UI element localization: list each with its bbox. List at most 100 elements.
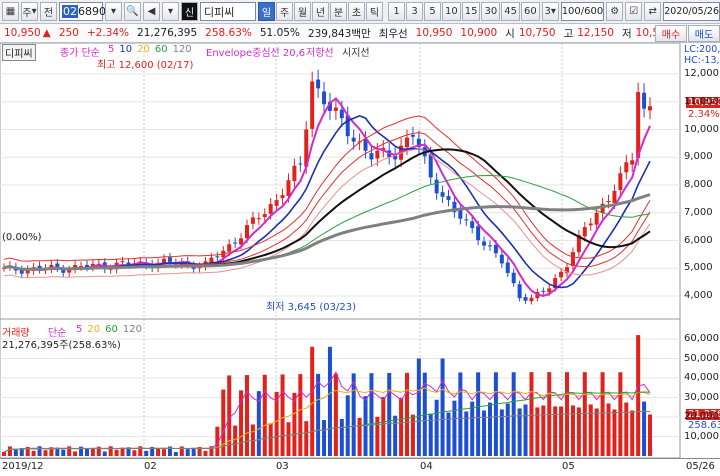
open-label: 시: [505, 27, 515, 40]
volume-bar: [61, 449, 66, 456]
envelope-lower-line: [3, 148, 651, 279]
volume-bar: [203, 450, 208, 456]
price-change: 250: [58, 27, 79, 39]
interval-button[interactable]: 15: [461, 2, 481, 21]
candle-body: [405, 137, 410, 148]
candle-body: [505, 262, 510, 273]
volume-bar: [262, 374, 267, 456]
buy-button[interactable]: 매수: [655, 25, 687, 42]
interval-button[interactable]: 45: [501, 2, 520, 21]
candle-body: [250, 217, 255, 224]
stock-label: 디피씨: [2, 44, 36, 61]
interval-button[interactable]: 60: [520, 2, 540, 21]
candle-body: [517, 284, 522, 299]
checkbox-icon[interactable]: ☑: [625, 2, 643, 21]
volume-bar: [84, 448, 89, 456]
candle-body: [476, 226, 481, 241]
sync-icon[interactable]: ⇄: [644, 2, 662, 21]
best-sell: 10,950: [415, 27, 453, 39]
ma-legend-item: 120: [172, 44, 192, 55]
new-icon[interactable]: 신: [181, 2, 198, 21]
interval-button[interactable]: 5: [424, 2, 442, 21]
candle-body: [446, 196, 451, 200]
volume-ma-legend: 5 20 60 120: [76, 324, 142, 335]
candle-body: [541, 290, 546, 292]
settings-icon[interactable]: ⚙: [606, 2, 624, 21]
period-button[interactable]: 주: [276, 2, 294, 21]
period-button[interactable]: 초: [348, 2, 366, 21]
period-button[interactable]: 월: [294, 2, 312, 21]
date-field[interactable]: 2020/05/26: [663, 2, 720, 21]
volume-bar: [233, 425, 238, 456]
sell-button[interactable]: 매도: [688, 25, 720, 42]
candle-body: [67, 270, 72, 273]
interval-extra-select[interactable]: 3 ▾: [541, 2, 559, 21]
candle-body: [233, 242, 238, 244]
period-button[interactable]: 분: [330, 2, 348, 21]
volume-bar: [280, 374, 285, 456]
volume-bar: [244, 375, 249, 456]
volume-bar: [90, 448, 95, 456]
volume-bar: [470, 401, 475, 456]
count-field[interactable]: 100/600: [560, 2, 605, 21]
quote-bar: 10,950 ▲ 250 +2.34% 21,276,395 258.63% 51…: [0, 24, 720, 43]
grid-icon[interactable]: ▦: [2, 2, 19, 21]
volume-bar: [345, 395, 350, 456]
volume-bar: [476, 372, 481, 456]
lc-label: LC:200,: [684, 44, 720, 55]
sound-icon[interactable]: ◀: [143, 2, 160, 21]
code-dropdown[interactable]: ▾: [105, 2, 122, 21]
candle-body: [606, 200, 611, 203]
volume-y-tick: 20,000: [684, 411, 719, 422]
volume-bar: [387, 373, 392, 456]
pct-tag: 2.34%: [688, 109, 720, 120]
market2-button[interactable]: 전: [40, 2, 57, 21]
volume-bar: [316, 373, 321, 456]
market-select[interactable]: 주 ▾: [21, 2, 38, 21]
candle-body: [594, 212, 599, 225]
volume-bar: [553, 406, 558, 456]
volume-bar: [648, 414, 652, 456]
turnover: 51.05%: [259, 27, 300, 39]
interval-button[interactable]: 3: [406, 2, 424, 21]
candle-body: [333, 107, 338, 111]
interval-button[interactable]: 30: [481, 2, 501, 21]
volume-bar: [505, 403, 510, 456]
x-axis-label: 04: [420, 461, 433, 472]
period-button[interactable]: 틱: [366, 2, 384, 21]
candle-body: [440, 192, 445, 197]
period-buttons: 일주월년분초틱: [258, 2, 384, 21]
stock-name-field[interactable]: 디피씨: [200, 2, 257, 21]
search-icon[interactable]: 🔍: [124, 2, 141, 21]
candle-body: [79, 265, 84, 267]
x-axis-label: 05: [562, 461, 575, 472]
interval-button[interactable]: 1: [388, 2, 406, 21]
prev-icon[interactable]: ▾: [162, 2, 179, 21]
volume-bar: [576, 407, 581, 456]
price-chart[interactable]: [0, 43, 720, 458]
candle-body: [286, 180, 291, 197]
volume-bar: [108, 446, 113, 456]
volume-bar: [298, 374, 303, 456]
volume-bar: [511, 372, 516, 456]
volume-y-tick: 60,000: [684, 333, 719, 344]
volume-bar: [132, 450, 137, 456]
low-label: 저: [622, 27, 632, 40]
volume-ma120-line: [3, 410, 651, 453]
volume-y-tick: 30,000: [684, 391, 719, 403]
stock-code-input[interactable]: 02 6890: [59, 2, 106, 21]
volume-bar: [173, 452, 178, 456]
volume-bar: [156, 448, 161, 456]
price-y-tick: 11,000: [684, 95, 719, 107]
interval-button[interactable]: 10: [442, 2, 461, 21]
candle-body: [588, 223, 593, 226]
candle-body: [482, 241, 487, 246]
volume-bar: [529, 372, 534, 456]
period-button[interactable]: 년: [312, 2, 330, 21]
x-axis-label: 02: [144, 461, 157, 472]
candle-body: [120, 261, 125, 263]
volume-bar: [268, 423, 273, 456]
period-button[interactable]: 일: [258, 2, 276, 21]
volume-bar: [191, 448, 196, 456]
volume-bar: [327, 346, 332, 456]
